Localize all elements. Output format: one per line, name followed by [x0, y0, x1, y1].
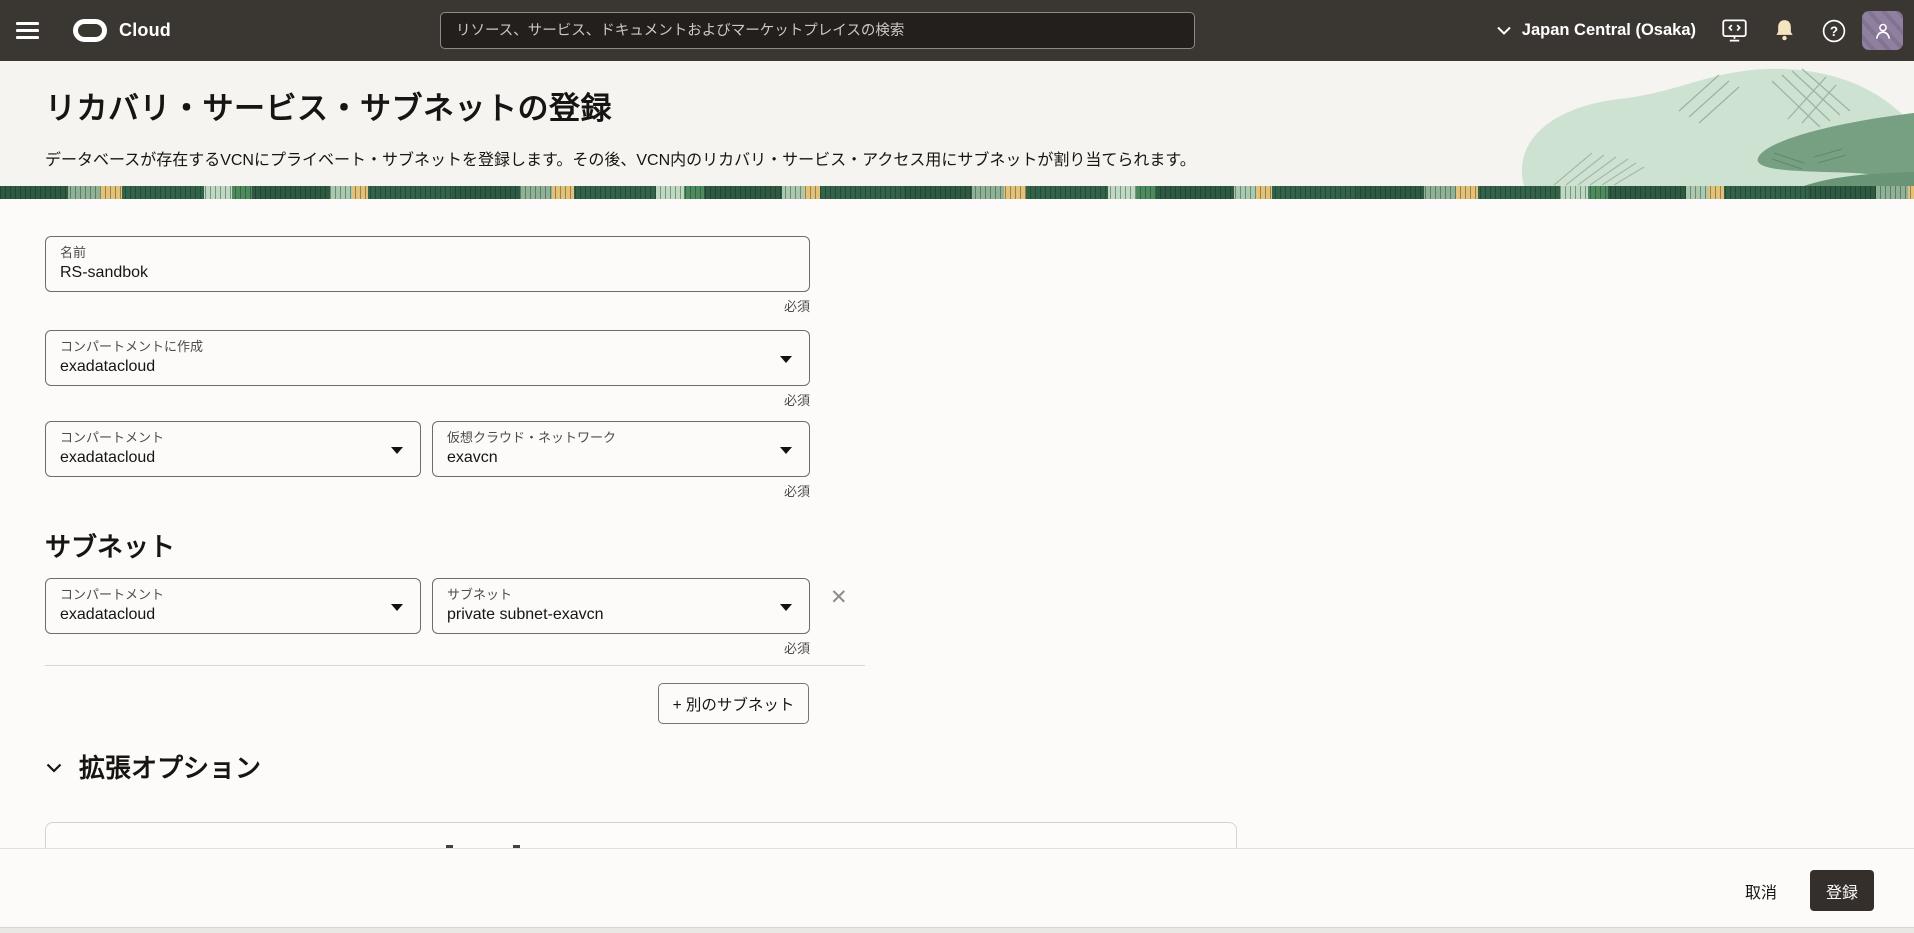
bottom-edge-strip — [0, 927, 1914, 933]
create-in-compartment-value: exadatacloud — [60, 358, 156, 376]
subnet-compartment-select[interactable]: コンパートメント exadatacloud — [45, 578, 421, 634]
decorative-green-band — [0, 186, 1914, 199]
advanced-options-toggle[interactable]: 拡張オプション — [46, 748, 261, 785]
subnet-compartment-value: exadatacloud — [60, 606, 156, 624]
subnet-select[interactable]: サブネット private subnet-exavcn — [432, 578, 810, 634]
add-another-subnet-button[interactable]: + 別のサブネット — [658, 683, 809, 724]
svg-text:?: ? — [1830, 24, 1838, 39]
create-in-compartment-label: コンパートメントに作成 — [60, 339, 204, 354]
dropdown-caret-icon — [780, 604, 792, 611]
decorative-foliage-illustration — [1521, 68, 1914, 186]
create-in-compartment-select[interactable]: コンパートメントに作成 exadatacloud — [45, 330, 810, 386]
advanced-options-heading: 拡張オプション — [79, 753, 262, 783]
dropdown-caret-icon — [780, 356, 792, 363]
remove-subnet-icon[interactable]: ✕ — [830, 587, 848, 608]
recovery-service-subnet-registration-page: Cloud Japan Central (Osaka) — [0, 0, 1914, 933]
chevron-down-icon — [46, 760, 62, 778]
region-label: Japan Central (Osaka) — [1521, 21, 1696, 39]
region-selector[interactable]: Japan Central (Osaka) — [1497, 21, 1696, 40]
required-hint: 必須 — [783, 641, 810, 656]
help-icon[interactable]: ? — [1821, 18, 1847, 44]
name-field[interactable]: 名前 — [45, 236, 810, 292]
global-search-input[interactable] — [440, 12, 1195, 49]
compartment-select[interactable]: コンパートメント exadatacloud — [45, 421, 421, 477]
subnet-value: private subnet-exavcn — [447, 606, 604, 624]
hamburger-menu-icon[interactable] — [16, 22, 39, 39]
name-input[interactable] — [60, 264, 795, 283]
page-title: リカバリ・サービス・サブネットの登録 — [45, 91, 612, 126]
compartment-value: exadatacloud — [60, 449, 156, 467]
person-icon — [1875, 23, 1890, 39]
required-hint: 必須 — [783, 299, 810, 314]
page-description: データベースが存在するVCNにプライベート・サブネットを登録します。その後、VC… — [45, 152, 1196, 169]
section-divider — [45, 665, 865, 666]
dropdown-caret-icon — [780, 447, 792, 454]
name-field-label: 名前 — [60, 245, 87, 260]
user-profile-avatar[interactable] — [1862, 11, 1903, 50]
action-footer: 取消 登録 — [0, 848, 1914, 933]
brand-label: Cloud — [119, 20, 171, 40]
subnet-label: サブネット — [447, 587, 513, 602]
vcn-select[interactable]: 仮想クラウド・ネットワーク exavcn — [432, 421, 810, 477]
subnet-compartment-label: コンパートメント — [60, 587, 165, 602]
oracle-logo-icon[interactable] — [73, 19, 107, 42]
chevron-down-icon — [1497, 26, 1511, 35]
required-hint: 必須 — [783, 393, 810, 408]
cloud-shell-icon[interactable] — [1721, 18, 1748, 43]
dropdown-caret-icon — [391, 604, 403, 611]
top-navigation-bar: Cloud Japan Central (Osaka) — [0, 0, 1914, 61]
dropdown-caret-icon — [391, 447, 403, 454]
cancel-button[interactable]: 取消 — [1745, 879, 1777, 903]
notifications-bell-icon[interactable] — [1773, 18, 1796, 43]
page-header: リカバリ・サービス・サブネットの登録 データベースが存在するVCNにプライベート… — [0, 61, 1914, 199]
compartment-label: コンパートメント — [60, 430, 165, 445]
register-button[interactable]: 登録 — [1810, 870, 1874, 911]
vcn-value: exavcn — [447, 449, 498, 467]
subnet-section-heading: サブネット — [45, 532, 176, 562]
required-hint: 必須 — [783, 484, 810, 499]
vcn-label: 仮想クラウド・ネットワーク — [447, 430, 617, 445]
